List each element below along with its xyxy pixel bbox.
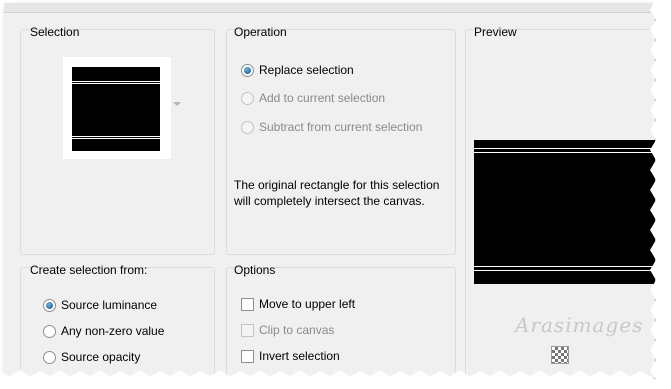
torn-edge-decoration: [0, 0, 671, 389]
